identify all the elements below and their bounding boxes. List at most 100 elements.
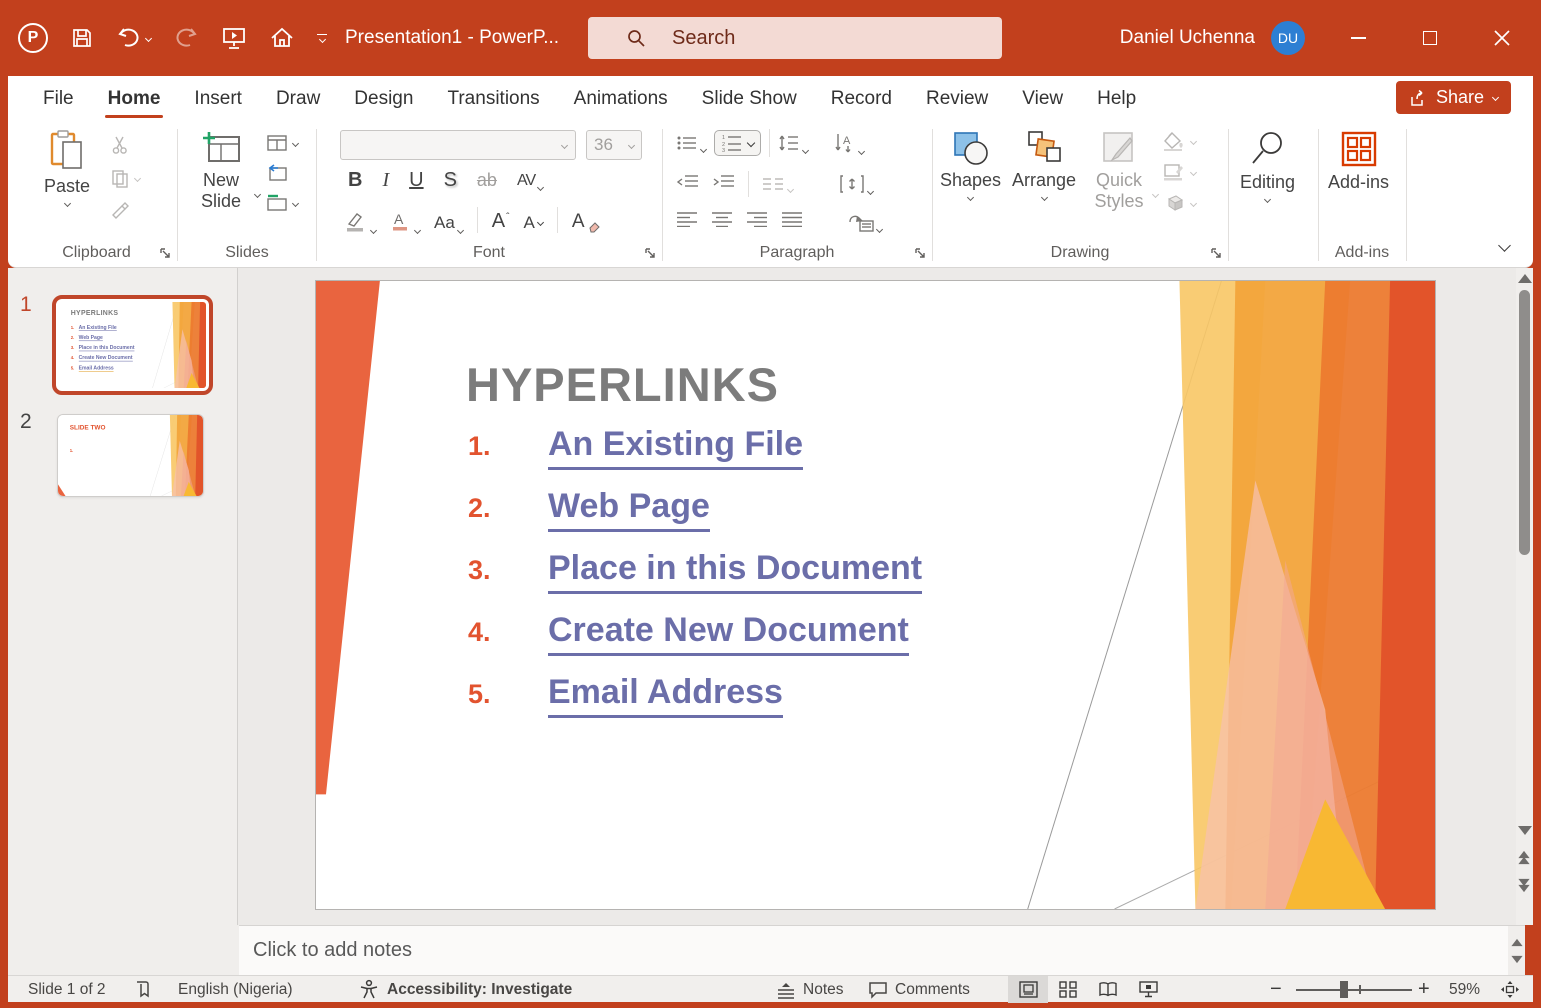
tab-design[interactable]: Design: [339, 76, 428, 121]
customize-toolbar-icon[interactable]: [317, 33, 327, 44]
avatar[interactable]: DU: [1271, 21, 1305, 55]
clipboard-dialog-launcher[interactable]: [159, 247, 173, 261]
section-button[interactable]: [266, 193, 300, 213]
slide-indicator[interactable]: Slide 1 of 2: [28, 976, 106, 1003]
increase-indent-button[interactable]: [712, 173, 736, 196]
scroll-down-icon[interactable]: [1518, 826, 1532, 835]
text-direction-button[interactable]: A: [832, 132, 866, 156]
close-button[interactable]: [1474, 0, 1530, 76]
fit-slide-to-window-button[interactable]: [1500, 976, 1520, 1003]
zoom-slider-thumb[interactable]: [1340, 981, 1348, 998]
slide-title[interactable]: HYPERLINKS: [466, 357, 779, 412]
tab-slide-show[interactable]: Slide Show: [687, 76, 812, 121]
language-indicator[interactable]: English (Nigeria): [178, 976, 293, 1003]
minimize-button[interactable]: [1330, 0, 1386, 76]
decrease-font-size-button[interactable]: A: [523, 213, 544, 233]
font-color-button[interactable]: A: [390, 211, 422, 235]
hyperlink-existing-file[interactable]: An Existing File: [548, 425, 804, 470]
paste-button[interactable]: Paste: [44, 130, 90, 208]
slide-editor-area[interactable]: HYPERLINKS 1. An Existing File 2. Web Page…: [239, 268, 1516, 925]
scrollbar-thumb[interactable]: [1519, 290, 1530, 555]
new-slide-button[interactable]: New Slide: [190, 130, 262, 211]
hyperlink-email-address[interactable]: Email Address: [548, 673, 783, 718]
paragraph-dialog-launcher[interactable]: [914, 247, 928, 261]
align-right-button[interactable]: [746, 211, 768, 232]
previous-slide-button[interactable]: [1517, 850, 1531, 865]
vertical-scrollbar[interactable]: [1516, 268, 1533, 925]
arrange-button[interactable]: Arrange: [1012, 130, 1076, 202]
increase-font-size-button[interactable]: Aˆ: [492, 210, 510, 233]
drawing-dialog-launcher[interactable]: [1210, 247, 1224, 261]
line-spacing-button[interactable]: [778, 133, 810, 155]
tab-draw[interactable]: Draw: [261, 76, 335, 121]
align-center-button[interactable]: [711, 211, 733, 232]
slideshow-view-button[interactable]: [1128, 976, 1168, 1003]
tab-file[interactable]: File: [28, 76, 89, 121]
reading-view-button[interactable]: [1088, 976, 1128, 1003]
editing-button[interactable]: Editing: [1240, 130, 1295, 204]
notes-scrollbar[interactable]: [1508, 925, 1525, 975]
slide-sorter-view-button[interactable]: [1048, 976, 1088, 1003]
italic-button[interactable]: I: [382, 169, 389, 192]
highlight-color-button[interactable]: [344, 211, 378, 235]
tab-view[interactable]: View: [1007, 76, 1078, 121]
undo-button[interactable]: [116, 25, 153, 51]
scroll-up-icon[interactable]: [1518, 274, 1532, 283]
convert-to-smartart-button[interactable]: [848, 212, 884, 233]
change-case-button[interactable]: Aa: [434, 213, 464, 235]
hyperlink-create-new-document[interactable]: Create New Document: [548, 611, 909, 656]
search-input[interactable]: [672, 26, 972, 50]
zoom-slider-track[interactable]: [1296, 989, 1412, 991]
bullets-button[interactable]: [676, 134, 708, 154]
powerpoint-logo-icon[interactable]: P: [18, 23, 48, 53]
shapes-button[interactable]: Shapes: [940, 130, 1001, 202]
notes-pane[interactable]: Click to add notes: [239, 925, 1508, 975]
slide-2-thumbnail[interactable]: SLIDE TWO 1.: [57, 414, 204, 497]
character-spacing-button[interactable]: AV: [517, 172, 545, 191]
align-left-button[interactable]: [676, 211, 698, 232]
notes-scroll-up-icon[interactable]: [1510, 938, 1523, 946]
next-slide-button[interactable]: [1517, 878, 1531, 893]
share-button[interactable]: Share: [1395, 81, 1511, 114]
tab-review[interactable]: Review: [911, 76, 1003, 121]
search-box[interactable]: [588, 17, 1002, 59]
tab-home[interactable]: Home: [93, 76, 176, 121]
zoom-in-button[interactable]: +: [1418, 976, 1430, 1003]
numbering-button-active[interactable]: 123: [714, 130, 761, 156]
zoom-level[interactable]: 59%: [1449, 976, 1480, 1003]
slide-canvas[interactable]: HYPERLINKS 1. An Existing File 2. Web Page…: [315, 280, 1436, 910]
bold-button[interactable]: B: [348, 169, 362, 192]
slide-layout-button[interactable]: [266, 133, 300, 153]
accessibility-status[interactable]: Accessibility: Investigate: [358, 976, 572, 1003]
notes-placeholder[interactable]: Click to add notes: [253, 939, 412, 962]
text-shadow-button[interactable]: S: [444, 169, 457, 192]
spell-check-icon[interactable]: [133, 976, 154, 1003]
justify-button[interactable]: [781, 211, 803, 232]
slide-1-thumbnail-selected[interactable]: HYPERLINKS 1. An Existing File 2. Web Page…: [52, 295, 213, 395]
addins-button[interactable]: Add-ins: [1328, 130, 1389, 193]
notes-toggle[interactable]: Notes: [776, 976, 844, 1003]
align-text-button[interactable]: [839, 174, 875, 196]
maximize-button[interactable]: [1402, 0, 1458, 76]
underline-button[interactable]: U: [409, 169, 423, 192]
clear-formatting-button[interactable]: A: [572, 211, 601, 233]
tab-record[interactable]: Record: [816, 76, 907, 121]
font-dialog-launcher[interactable]: [644, 247, 658, 261]
tab-transitions[interactable]: Transitions: [432, 76, 554, 121]
hyperlink-web-page[interactable]: Web Page: [548, 487, 710, 532]
hyperlink-place-in-document[interactable]: Place in this Document: [548, 549, 923, 594]
home-icon[interactable]: [269, 25, 295, 51]
normal-view-button[interactable]: [1008, 976, 1048, 1003]
user-name[interactable]: Daniel Uchenna: [1120, 0, 1255, 76]
undo-dropdown-icon[interactable]: [144, 34, 153, 42]
decrease-indent-button[interactable]: [676, 173, 700, 196]
zoom-out-button[interactable]: −: [1270, 976, 1282, 1003]
tab-animations[interactable]: Animations: [559, 76, 683, 121]
reset-slide-button[interactable]: [266, 163, 298, 183]
collapse-ribbon-button[interactable]: [1498, 237, 1511, 255]
start-slideshow-icon[interactable]: [221, 25, 247, 51]
save-icon[interactable]: [70, 26, 94, 50]
notes-scroll-down-icon[interactable]: [1510, 955, 1523, 963]
comments-toggle[interactable]: Comments: [868, 976, 970, 1003]
tab-insert[interactable]: Insert: [179, 76, 257, 121]
